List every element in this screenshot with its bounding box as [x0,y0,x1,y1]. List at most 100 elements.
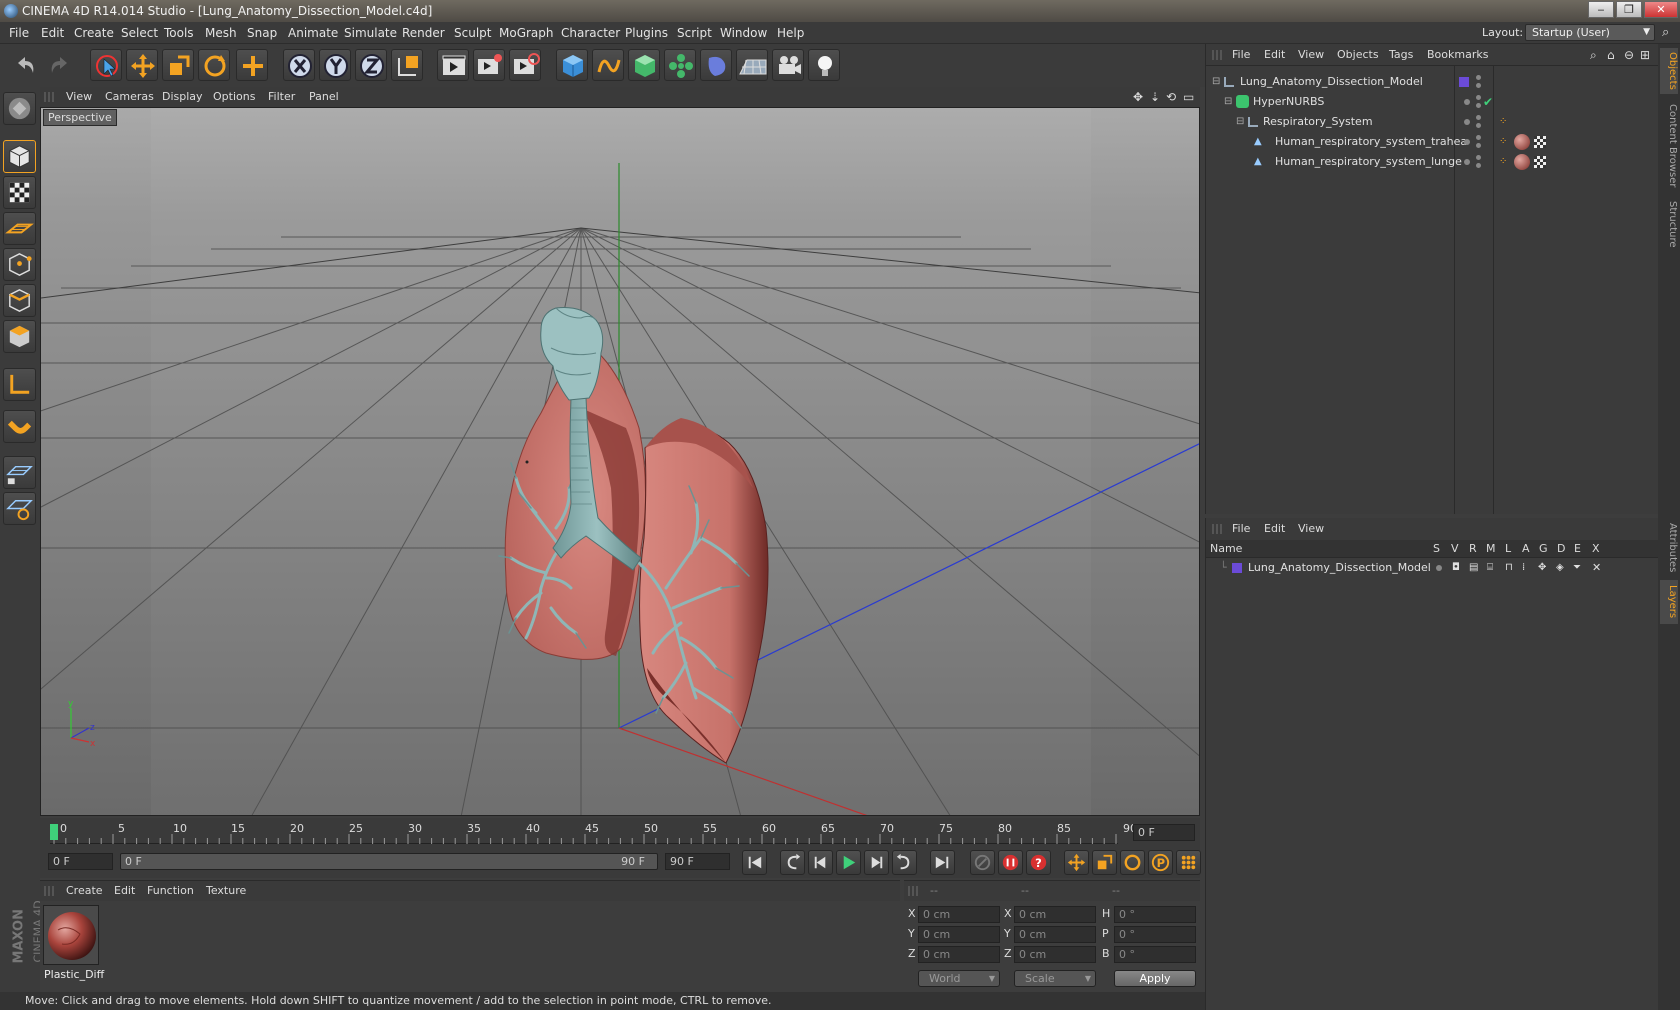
scale-tool-button[interactable] [162,49,194,81]
previous-frame-button[interactable] [808,850,833,875]
uvw-tag-icon[interactable] [1534,136,1546,148]
expression-icon[interactable]: ⏷ [1573,558,1581,578]
material-menu-create[interactable]: Create [66,881,103,901]
y-axis-lock-button[interactable] [319,49,351,81]
editor-visibility-dot[interactable] [1464,139,1470,145]
animation-icon[interactable]: ⁞ [1522,558,1525,578]
layer-menu-edit[interactable]: Edit [1264,519,1285,539]
generator-button[interactable] [628,49,660,81]
object-menu-edit[interactable]: Edit [1264,45,1285,65]
tab-content-browser[interactable]: Content Browser [1660,98,1678,194]
toggle-view-icon[interactable]: ▭ [1183,87,1194,107]
xref-icon[interactable]: ✕ [1592,558,1601,578]
solo-toggle[interactable] [1436,565,1442,571]
next-keyframe-button[interactable] [892,850,917,875]
rotation-b-field[interactable]: 0 ° [1114,946,1196,963]
object-row-lunge[interactable]: ▲ Human_respiratory_system_lunge ⁘ [1206,152,1659,172]
enabled-check-icon[interactable]: ✔ [1483,92,1493,112]
manager-icon[interactable]: ⌸ [1487,558,1493,578]
z-axis-lock-button[interactable] [355,49,387,81]
editor-visibility-dot[interactable] [1476,135,1481,140]
position-x-field[interactable]: 0 cm [918,906,1000,923]
eye-icon[interactable]: ◘ [1452,558,1460,578]
object-row-lung-anatomy-dissection-model[interactable]: ⊟ Lung_Anatomy_Dissection_Model [1206,72,1659,92]
points-mode-button[interactable] [3,248,36,281]
render-settings-button[interactable] [509,49,541,81]
menu-render[interactable]: Render [402,22,445,44]
menu-animate[interactable]: Animate [288,22,338,44]
frame-range-slider[interactable]: 0 F 90 F [120,853,658,870]
layer-color-swatch[interactable] [1232,563,1242,573]
editor-visibility-dot[interactable] [1476,95,1481,100]
object-menu-file[interactable]: File [1232,45,1250,65]
size-z-field[interactable]: 0 cm [1014,946,1096,963]
material-item[interactable]: Plastic_Diff [42,905,104,981]
edges-mode-button[interactable] [3,284,36,317]
deformer-button[interactable] [700,49,732,81]
filter-icon[interactable]: ⊖ [1624,45,1634,65]
editor-visibility-dot[interactable] [1464,159,1470,165]
workplane-lock-button[interactable] [3,456,36,489]
phong-tag-icon[interactable]: ⁘ [1499,112,1507,132]
undo-button[interactable] [9,49,41,81]
coordinate-system-button[interactable] [391,49,423,81]
column-generators[interactable]: G [1539,542,1548,555]
tab-objects[interactable]: Objects [1660,48,1678,94]
menu-tools[interactable]: Tools [164,22,194,44]
live-selection-button[interactable] [90,49,122,81]
layer-menu-view[interactable]: View [1298,519,1324,539]
key-position-button[interactable] [1064,850,1089,875]
editor-visibility-dot[interactable] [1464,119,1470,125]
render-icon[interactable]: ▤ [1469,558,1478,578]
tab-layers[interactable]: Layers [1660,580,1678,624]
material-tag-icon[interactable] [1514,134,1530,150]
coordinate-space-select[interactable]: World ▼ [918,970,1000,987]
size-x-field[interactable]: 0 cm [1014,906,1096,923]
polygons-mode-button[interactable] [3,320,36,353]
start-frame-field[interactable]: 0 F [48,853,113,870]
uvw-tag-icon[interactable] [1534,156,1546,168]
menu-plugins[interactable]: Plugins [625,22,668,44]
coordinate-mode-select[interactable]: Scale ▼ [1014,970,1096,987]
new-window-icon[interactable]: ⊞ [1640,45,1650,65]
go-to-start-button[interactable] [742,850,767,875]
layer-menu-file[interactable]: File [1232,519,1250,539]
maximize-button[interactable]: ❐ [1616,1,1642,18]
column-expressions[interactable]: E [1574,542,1581,555]
menu-edit[interactable]: Edit [41,22,64,44]
render-view-button[interactable] [437,49,469,81]
enable-quantizing-button[interactable] [3,492,36,525]
viewport-menu-view[interactable]: View [66,87,92,107]
editor-visibility-dot[interactable] [1476,75,1481,80]
key-parameter-button[interactable]: P [1148,850,1173,875]
make-editable-button[interactable] [3,92,36,125]
go-to-end-button[interactable] [930,850,955,875]
spline-button[interactable] [592,49,624,81]
move-tool-button[interactable] [126,49,158,81]
workplane-mode-button[interactable] [3,212,36,245]
layout-select[interactable]: Startup (User) ▼ [1525,24,1655,41]
collapse-icon[interactable]: ⊟ [1236,112,1244,132]
record-keys-button[interactable] [998,850,1023,875]
column-manager[interactable]: M [1486,542,1496,555]
editor-visibility-dot[interactable] [1476,155,1481,160]
object-menu-objects[interactable]: Objects [1337,45,1379,65]
size-y-field[interactable]: 0 cm [1014,926,1096,943]
pan-view-icon[interactable]: ✥ [1133,87,1143,107]
floor-button[interactable] [736,49,768,81]
viewport-menu-cameras[interactable]: Cameras [105,87,154,107]
rotate-view-icon[interactable]: ⟲ [1166,87,1176,107]
menu-file[interactable]: File [9,22,29,44]
apply-button[interactable]: Apply [1114,970,1196,987]
column-render[interactable]: R [1469,542,1477,555]
tab-structure[interactable]: Structure [1660,196,1678,252]
array-button[interactable] [664,49,696,81]
render-visibility-dot[interactable] [1476,123,1481,128]
render-visibility-dot[interactable] [1476,143,1481,148]
rotation-h-field[interactable]: 0 ° [1114,906,1196,923]
menu-mesh[interactable]: Mesh [205,22,237,44]
editor-visibility-dot[interactable] [1464,99,1470,105]
menu-sculpt[interactable]: Sculpt [454,22,491,44]
texture-mode-button[interactable] [3,176,36,209]
material-tag-icon[interactable] [1514,154,1530,170]
